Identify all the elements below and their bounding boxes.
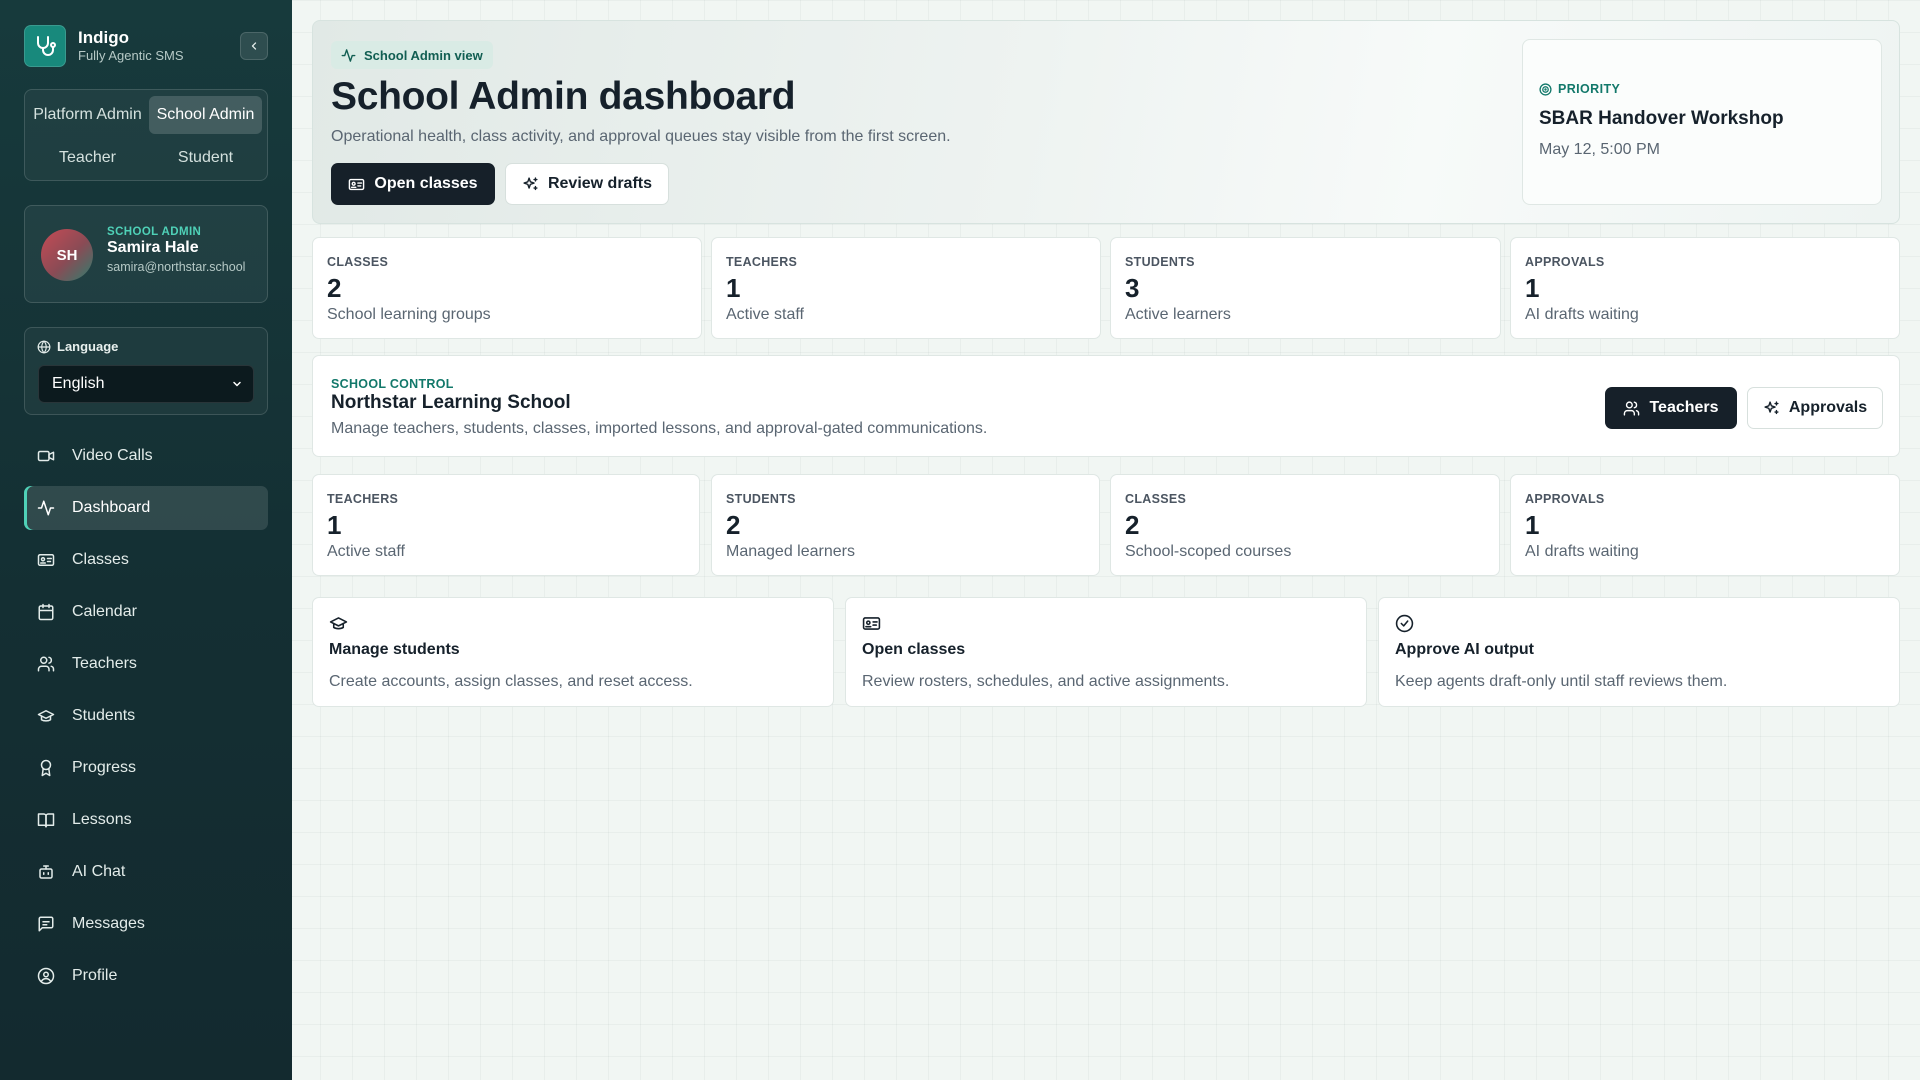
chevron-down-icon (231, 378, 243, 390)
school-control-subtitle: Manage teachers, students, classes, impo… (331, 420, 988, 437)
message-icon (36, 914, 56, 934)
graduation-cap-icon (329, 614, 348, 633)
stat-card-classes: CLASSES 2 School-scoped courses (1110, 474, 1500, 576)
sparkles-icon (522, 176, 539, 193)
sidebar-item-teachers[interactable]: Teachers (24, 642, 268, 686)
school-control-label: SCHOOL CONTROL (331, 377, 454, 391)
id-card-icon (36, 550, 56, 570)
sidebar-item-messages[interactable]: Messages (24, 902, 268, 946)
user-name: Samira Hale (107, 239, 199, 256)
user-card[interactable]: SH SCHOOL ADMIN Samira Hale samira@north… (24, 205, 268, 303)
school-name: Northstar Learning School (331, 392, 571, 413)
role-student[interactable]: Student (149, 140, 262, 176)
stat-card-approvals: APPROVALS 1 AI drafts waiting (1510, 474, 1900, 576)
sidebar-item-video-calls[interactable]: Video Calls (24, 434, 268, 478)
id-card-icon (862, 614, 881, 633)
user-role: SCHOOL ADMIN (107, 226, 202, 238)
stat-card-teachers: TEACHERS 1 Active staff (711, 237, 1101, 339)
language-select[interactable]: English (38, 365, 254, 403)
language-label: Language (37, 339, 118, 354)
role-switcher: Platform Admin School Admin Teacher Stud… (24, 89, 268, 181)
sparkles-icon (1763, 400, 1780, 417)
sidebar-item-calendar[interactable]: Calendar (24, 590, 268, 634)
avatar: SH (41, 229, 93, 281)
sidebar-item-lessons[interactable]: Lessons (24, 798, 268, 842)
stethoscope-icon (24, 25, 66, 67)
globe-icon (37, 340, 51, 354)
activity-icon (341, 48, 356, 63)
stat-card-students: STUDENTS 3 Active learners (1110, 237, 1501, 339)
role-school-admin[interactable]: School Admin (149, 96, 262, 134)
sidebar-item-progress[interactable]: Progress (24, 746, 268, 790)
brand[interactable]: Indigo Fully Agentic SMS (24, 25, 184, 67)
role-teacher[interactable]: Teacher (31, 140, 144, 176)
stat-card-approvals: APPROVALS 1 AI drafts waiting (1510, 237, 1900, 339)
language-selected-value: English (52, 375, 105, 392)
approve-ai-output-card[interactable]: Approve AI output Keep agents draft-only… (1378, 597, 1900, 707)
review-drafts-button[interactable]: Review drafts (505, 163, 669, 205)
sidebar: Indigo Fully Agentic SMS Platform Admin … (0, 0, 292, 1080)
sidebar-item-ai-chat[interactable]: AI Chat (24, 850, 268, 894)
brand-subtitle: Fully Agentic SMS (78, 48, 184, 63)
user-circle-icon (36, 966, 56, 986)
role-platform-admin[interactable]: Platform Admin (31, 96, 144, 134)
calendar-icon (36, 602, 56, 622)
sidebar-item-classes[interactable]: Classes (24, 538, 268, 582)
bot-icon (36, 862, 56, 882)
language-panel: Language English (24, 327, 268, 415)
sidebar-item-profile[interactable]: Profile (24, 954, 268, 998)
video-icon (36, 446, 56, 466)
collapse-sidebar-button[interactable] (240, 32, 268, 60)
check-circle-icon (1395, 614, 1414, 633)
stat-card-teachers: TEACHERS 1 Active staff (312, 474, 700, 576)
activity-icon (36, 498, 56, 518)
teachers-button[interactable]: Teachers (1605, 387, 1737, 429)
id-card-icon (348, 176, 365, 193)
book-icon (36, 810, 56, 830)
priority-title: SBAR Handover Workshop (1539, 108, 1784, 129)
target-icon (1539, 82, 1552, 96)
school-control-panel: SCHOOL CONTROL Northstar Learning School… (312, 355, 1900, 457)
open-classes-card[interactable]: Open classes Review rosters, schedules, … (845, 597, 1367, 707)
manage-students-card[interactable]: Manage students Create accounts, assign … (312, 597, 834, 707)
stat-card-classes: CLASSES 2 School learning groups (312, 237, 702, 339)
view-badge: School Admin view (331, 41, 493, 69)
graduation-cap-icon (36, 706, 56, 726)
priority-time: May 12, 5:00 PM (1539, 141, 1660, 158)
open-classes-button[interactable]: Open classes (331, 163, 495, 205)
page-title: School Admin dashboard (331, 75, 796, 118)
sidebar-nav: Video Calls Dashboard Classes Calendar T… (24, 434, 268, 1006)
sidebar-item-dashboard[interactable]: Dashboard (24, 486, 268, 530)
brand-name: Indigo (78, 28, 129, 47)
users-icon (36, 654, 56, 674)
sidebar-item-students[interactable]: Students (24, 694, 268, 738)
chevron-left-icon (248, 40, 260, 52)
priority-label: PRIORITY (1539, 82, 1620, 96)
priority-card[interactable]: PRIORITY SBAR Handover Workshop May 12, … (1522, 39, 1882, 205)
users-icon (1623, 400, 1640, 417)
stat-card-students: STUDENTS 2 Managed learners (711, 474, 1100, 576)
award-icon (36, 758, 56, 778)
user-email: samira@northstar.school (107, 260, 246, 274)
approvals-button[interactable]: Approvals (1747, 387, 1883, 429)
hero-panel: School Admin view School Admin dashboard… (312, 20, 1900, 224)
page-subtitle: Operational health, class activity, and … (331, 128, 951, 145)
